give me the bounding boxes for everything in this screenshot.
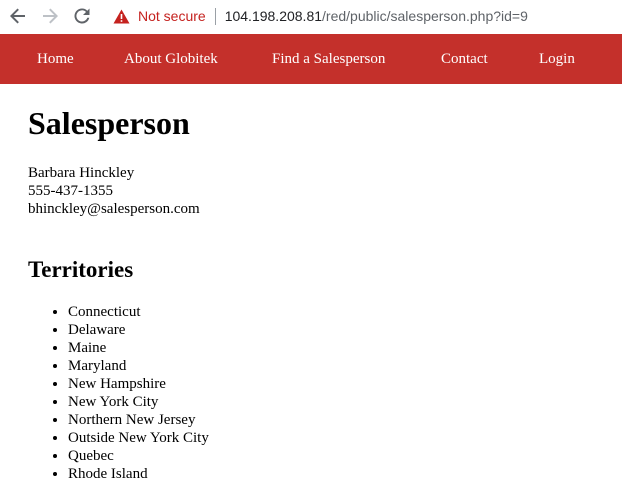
territory-item: Rhode Island <box>68 465 209 483</box>
omnibox-divider <box>214 7 216 25</box>
salesperson-email: bhinckley@salesperson.com <box>28 201 200 217</box>
reload-button[interactable] <box>71 5 93 27</box>
url-path[interactable]: /red/public/salesperson.php?id=9 <box>322 8 528 24</box>
arrow-right-icon <box>43 8 58 24</box>
territory-item: Northern New Jersey <box>68 411 209 429</box>
nav-link-find-salesperson[interactable]: Find a Salesperson <box>272 34 385 84</box>
territory-item: Quebec <box>68 447 209 465</box>
territories-heading: Territories <box>28 257 134 282</box>
territory-item: Outside New York City <box>68 429 209 447</box>
territory-item: Delaware <box>68 321 209 339</box>
territories-list: Connecticut Delaware Maine Maryland New … <box>28 303 209 483</box>
page-title: Salesperson <box>28 105 190 141</box>
salesperson-phone: 555-437-1355 <box>28 183 113 199</box>
warning-triangle-icon[interactable] <box>113 7 131 25</box>
territory-item: New Hampshire <box>68 375 209 393</box>
nav-link-about[interactable]: About Globitek <box>124 34 218 84</box>
territory-item: New York City <box>68 393 209 411</box>
nav-link-contact[interactable]: Contact <box>441 34 488 84</box>
forward-button[interactable] <box>39 5 61 27</box>
nav-link-home[interactable]: Home <box>37 34 74 84</box>
address-bar[interactable]: Not secure 104.198.208.81/red/public/sal… <box>104 2 622 30</box>
salesperson-name: Barbara Hinckley <box>28 165 135 181</box>
arrow-left-icon <box>10 8 25 24</box>
url-host[interactable]: 104.198.208.81 <box>225 8 322 24</box>
territory-item: Maryland <box>68 357 209 375</box>
browser-toolbar: Not secure 104.198.208.81/red/public/sal… <box>0 0 622 33</box>
salesperson-contact: Barbara Hinckley 555-437-1355 bhinckley@… <box>28 164 200 218</box>
territory-item: Connecticut <box>68 303 209 321</box>
territory-item: Maine <box>68 339 209 357</box>
reload-icon <box>74 8 90 24</box>
nav-link-login[interactable]: Login <box>539 34 575 84</box>
security-status-label[interactable]: Not secure <box>138 8 206 24</box>
back-button[interactable] <box>7 5 29 27</box>
site-nav-bar: Home About Globitek Find a Salesperson C… <box>0 34 622 84</box>
